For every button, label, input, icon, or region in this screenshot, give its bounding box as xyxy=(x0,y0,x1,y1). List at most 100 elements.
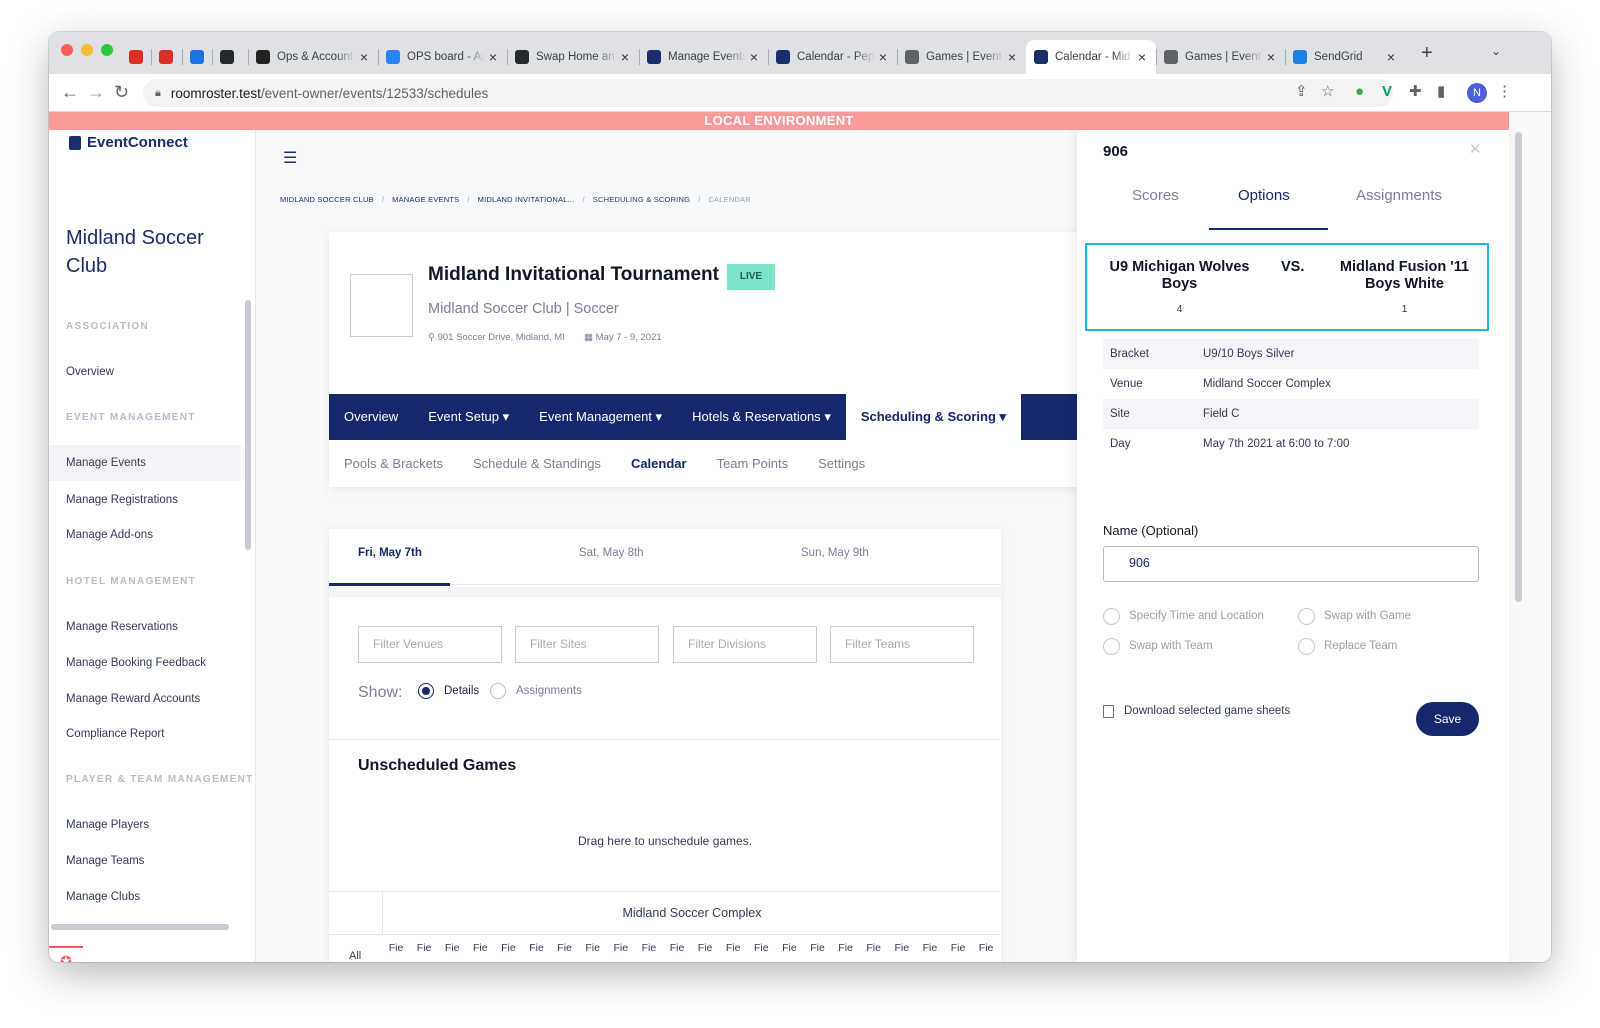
breadcrumb-item-club[interactable]: MIDLAND SOCCER CLUB xyxy=(280,195,374,204)
address-bar[interactable]: 🔒︎ roomroster.test/event-owner/events/12… xyxy=(143,79,1393,107)
close-tab-icon[interactable]: × xyxy=(356,49,372,65)
browser-tab[interactable]: Games | Event × xyxy=(897,40,1026,74)
specify-time-location-radio[interactable] xyxy=(1103,608,1120,625)
close-tab-icon[interactable]: × xyxy=(617,49,633,65)
tab-search-icon[interactable]: ⌄ xyxy=(1491,44,1501,58)
page-scrollbar[interactable] xyxy=(1515,132,1522,602)
field-column-header[interactable]: Fie 13 xyxy=(919,939,941,962)
all-fields-column[interactable]: All xyxy=(349,950,361,962)
field-column-header[interactable]: Fie 6 xyxy=(526,939,548,962)
subnav-schedule-standings[interactable]: Schedule & Standings xyxy=(458,456,616,471)
browser-tab[interactable]: SendGrid × xyxy=(1285,40,1405,74)
sidebar-item-manage-reservations[interactable]: Manage Reservations xyxy=(66,621,178,633)
sidebar-item-manage-events[interactable]: Manage Events xyxy=(49,445,241,481)
download-game-sheets-link[interactable]: Download selected game sheets xyxy=(1124,705,1290,717)
field-column-header[interactable]: Fie 10 xyxy=(638,939,660,962)
sidebar-horizontal-scrollbar[interactable] xyxy=(51,924,229,930)
show-assignments-radio[interactable] xyxy=(490,683,506,699)
field-column-header[interactable]: Fie 4 xyxy=(469,939,491,962)
maximize-window-button[interactable] xyxy=(101,44,113,56)
browser-tab[interactable]: Ops & Account × xyxy=(248,40,378,74)
browser-tab[interactable] xyxy=(121,40,151,74)
browser-tab[interactable]: OPS board - Ag × xyxy=(378,40,507,74)
save-button[interactable]: Save xyxy=(1416,702,1479,736)
browser-tab[interactable]: Games | Event × xyxy=(1156,40,1285,74)
day-tab-sat[interactable]: Sat, May 8th xyxy=(579,547,644,559)
tab-options[interactable]: Options xyxy=(1238,187,1290,204)
game-name-input[interactable]: 906 xyxy=(1103,546,1479,582)
field-column-header[interactable]: Fie D xyxy=(835,939,857,962)
nav-event-management[interactable]: Event Management ▾ xyxy=(524,394,677,440)
filter-venues-input[interactable]: Filter Venues xyxy=(358,626,502,663)
extension-icon[interactable]: ● xyxy=(1355,83,1364,101)
subnav-settings[interactable]: Settings xyxy=(803,456,880,471)
filter-sites-input[interactable]: Filter Sites xyxy=(515,626,659,663)
bookmark-star-icon[interactable]: ☆ xyxy=(1321,83,1334,101)
menu-kebab-icon[interactable]: ⋮ xyxy=(1497,83,1512,101)
close-tab-icon[interactable]: × xyxy=(746,49,762,65)
field-column-header[interactable]: Fie 2 xyxy=(413,939,435,962)
vue-devtools-icon[interactable]: V xyxy=(1382,83,1392,101)
field-column-header[interactable]: Fie 8 xyxy=(582,939,604,962)
minimize-window-button[interactable] xyxy=(81,44,93,56)
extensions-puzzle-icon[interactable]: ✚ xyxy=(1409,83,1422,101)
unschedule-drop-zone[interactable]: Drag here to unschedule games. xyxy=(329,834,1001,848)
sidebar-item-manage-players[interactable]: Manage Players xyxy=(66,819,149,831)
filter-divisions-input[interactable]: Filter Divisions xyxy=(673,626,817,663)
browser-tab[interactable] xyxy=(182,40,212,74)
field-column-header[interactable]: Fie G xyxy=(666,939,688,962)
field-column-header[interactable]: Fie C xyxy=(807,939,829,962)
field-column-header[interactable]: Fie B xyxy=(778,939,800,962)
field-column-header[interactable]: Fie 3 xyxy=(441,939,463,962)
eventconnect-logo[interactable]: EventConnect xyxy=(69,134,188,151)
nav-event-setup[interactable]: Event Setup ▾ xyxy=(413,394,524,440)
field-column-header[interactable]: Fie E xyxy=(863,939,885,962)
day-tab-sun[interactable]: Sun, May 9th xyxy=(801,547,869,559)
reload-icon[interactable]: ↻ xyxy=(114,82,129,102)
sidebar-item-compliance-report[interactable]: Compliance Report xyxy=(66,728,164,740)
share-icon[interactable]: ⇪ xyxy=(1295,83,1308,101)
field-column-header[interactable]: Fie 12 xyxy=(947,939,969,962)
forward-arrow-icon[interactable]: → xyxy=(87,82,105,102)
close-tab-icon[interactable]: × xyxy=(1004,49,1020,65)
sidebar-item-manage-booking-feedback[interactable]: Manage Booking Feedback xyxy=(66,657,206,669)
field-column-header[interactable]: Fie A xyxy=(750,939,772,962)
browser-tab[interactable] xyxy=(151,40,182,74)
close-tab-icon[interactable]: × xyxy=(1263,49,1279,65)
close-tab-icon[interactable]: × xyxy=(485,49,501,65)
field-column-header[interactable]: Fie 5 xyxy=(497,939,519,962)
sidebar-item-overview[interactable]: Overview xyxy=(66,366,114,378)
field-column-header[interactable]: Fie 11 xyxy=(975,939,997,962)
show-details-radio[interactable] xyxy=(418,683,434,699)
laravel-debug-icon[interactable]: ✪ xyxy=(49,946,83,962)
breadcrumb-item-manage-events[interactable]: MANAGE EVENTS xyxy=(392,195,459,204)
tab-scores[interactable]: Scores xyxy=(1132,187,1179,204)
back-arrow-icon[interactable]: ← xyxy=(61,82,79,102)
browser-tab[interactable]: Manage Events × xyxy=(639,40,768,74)
browser-tab[interactable]: Calendar - Pep × xyxy=(768,40,897,74)
nav-scheduling-scoring[interactable]: Scheduling & Scoring ▾ xyxy=(845,394,1022,440)
sidebar-item-manage-registrations[interactable]: Manage Registrations xyxy=(66,494,178,506)
field-column-header[interactable]: Fie F xyxy=(891,939,913,962)
field-column-header[interactable]: Fie 9 xyxy=(610,939,632,962)
browser-tab[interactable] xyxy=(212,40,248,74)
close-tab-icon[interactable]: × xyxy=(875,49,891,65)
filter-teams-input[interactable]: Filter Teams xyxy=(830,626,974,663)
browser-tab[interactable]: Calendar - Mid × xyxy=(1026,40,1156,74)
close-icon[interactable]: ✕ xyxy=(1469,140,1482,158)
sidebar-item-manage-teams[interactable]: Manage Teams xyxy=(66,855,144,867)
subnav-team-points[interactable]: Team Points xyxy=(702,456,804,471)
sidebar-scrollbar[interactable] xyxy=(245,300,251,550)
replace-team-radio[interactable] xyxy=(1298,638,1315,655)
field-column-header[interactable]: Fie 1 xyxy=(385,939,407,962)
browser-tab[interactable]: Swap Home an × xyxy=(507,40,639,74)
close-window-button[interactable] xyxy=(61,44,73,56)
new-tab-button[interactable]: + xyxy=(1421,42,1433,65)
side-panel-icon[interactable]: ▮ xyxy=(1437,83,1445,101)
sidebar-item-manage-reward-accounts[interactable]: Manage Reward Accounts xyxy=(66,693,200,705)
field-column-header[interactable]: Fie H xyxy=(694,939,716,962)
swap-with-game-radio[interactable] xyxy=(1298,608,1315,625)
field-column-header[interactable]: Fie J xyxy=(722,939,744,962)
field-column-header[interactable]: Fie 7 xyxy=(554,939,576,962)
subnav-calendar[interactable]: Calendar xyxy=(616,456,702,471)
